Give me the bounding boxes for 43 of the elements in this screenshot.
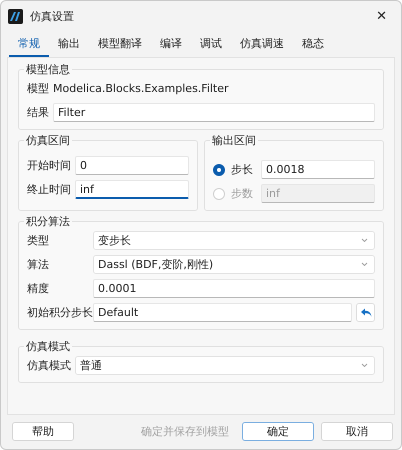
input-field[interactable]: Default — [93, 303, 352, 322]
input-field[interactable]: inf — [75, 180, 189, 199]
tab[interactable]: 输出 — [49, 31, 89, 57]
dropdown[interactable]: Dassl (BDF,变阶,刚性) — [93, 255, 375, 274]
window-title: 仿真设置 — [30, 8, 75, 24]
close-button[interactable]: ✕ — [372, 6, 391, 26]
input-field[interactable]: Filter — [53, 103, 375, 122]
field-label: 终止时间 — [27, 182, 71, 197]
dropdown[interactable]: 普通 — [75, 356, 375, 375]
input-field[interactable]: 0.0018 — [261, 160, 375, 179]
undo-arrow-icon — [360, 308, 372, 318]
field-label: 模型 — [27, 81, 49, 96]
group-title: 输出区间 — [211, 133, 257, 148]
field-label: 算法 — [27, 257, 50, 272]
tab[interactable]: 调试 — [191, 31, 231, 57]
group-title: 模型信息 — [25, 62, 71, 77]
group-title: 仿真模式 — [25, 339, 71, 354]
chevron-down-icon — [361, 262, 368, 267]
chevron-down-icon — [361, 363, 368, 368]
radio-button[interactable] — [213, 164, 225, 176]
model-name: Modelica.Blocks.Examples.Filter — [53, 82, 229, 95]
undo-button[interactable] — [356, 303, 375, 322]
app-logo-icon — [8, 8, 23, 24]
tab[interactable]: 仿真调速 — [231, 31, 293, 57]
tab[interactable]: 模型翻译 — [89, 31, 151, 57]
chevron-down-icon — [361, 238, 368, 243]
dropdown[interactable]: 变步长 — [93, 231, 375, 250]
input-field[interactable]: 0 — [75, 156, 189, 175]
radio-label: 步长 — [231, 162, 253, 177]
input-field[interactable]: 0.0001 — [93, 279, 375, 298]
tab[interactable]: 编译 — [151, 31, 191, 57]
dialog-button[interactable]: 确定 — [242, 422, 314, 440]
field-label: 结果 — [27, 105, 49, 120]
radio-label: 步数 — [231, 186, 253, 201]
field-label: 开始时间 — [27, 158, 71, 173]
dialog-button[interactable]: 取消 — [321, 422, 393, 440]
dialog-button[interactable]: 帮助 — [12, 422, 74, 440]
tab[interactable]: 稳态 — [293, 31, 333, 57]
field-label: 类型 — [27, 233, 50, 248]
group-title: 积分算法 — [25, 214, 71, 229]
field-label: 仿真模式 — [27, 358, 71, 373]
group-title: 仿真区间 — [25, 133, 71, 148]
field-label: 精度 — [27, 281, 50, 296]
